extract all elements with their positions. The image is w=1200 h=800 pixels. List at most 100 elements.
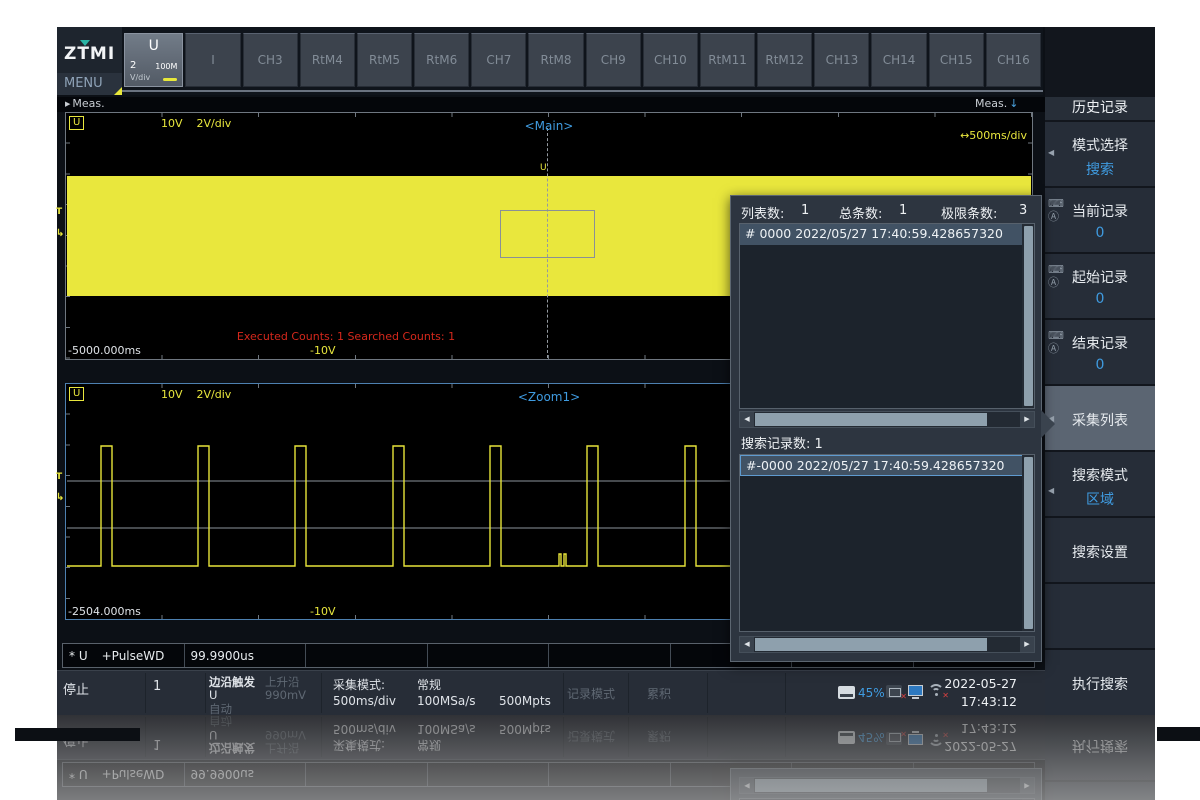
input-icons: ⌨Ⓐ xyxy=(1048,329,1064,355)
menu-button[interactable]: MENU xyxy=(57,73,122,95)
channel-tab[interactable]: CH7 xyxy=(471,33,526,87)
channel-tab[interactable]: RtM5 xyxy=(357,33,412,87)
scroll-left-button[interactable]: ◀ xyxy=(740,412,754,427)
scrollbar-thumb[interactable] xyxy=(1024,226,1033,406)
left-time-label: -2504.000ms xyxy=(68,605,141,618)
accumulate-label: 累积 xyxy=(647,728,671,745)
channel-tab[interactable]: CH16 xyxy=(986,33,1041,87)
sidebar-item-start-record[interactable]: ⌨Ⓐ 起始记录 0 xyxy=(1045,252,1155,318)
meas-strip: ▶Meas. Meas.↓ xyxy=(57,97,1045,112)
scroll-left-button[interactable]: ◀ xyxy=(740,637,754,652)
channel-tab[interactable]: RtM12 xyxy=(757,33,812,87)
storage-percent: 45% xyxy=(858,730,885,744)
vertical-scrollbar[interactable] xyxy=(1022,224,1034,408)
status-bar: 停止 1 边沿触发 U 自动 上升沿 990mV 采集模式: 常规 500ms/… xyxy=(57,715,1045,760)
tab-label: CH7 xyxy=(486,53,511,67)
separator xyxy=(563,673,564,713)
channel-tab[interactable]: CH13 xyxy=(814,33,869,87)
datetime-display: 2022-05-27 17:43:12 xyxy=(927,719,1017,755)
scrollbar-thumb[interactable] xyxy=(755,413,987,426)
channel-tab[interactable]: CH10 xyxy=(643,33,698,87)
separator xyxy=(707,673,708,713)
tab-label: CH3 xyxy=(258,53,283,67)
channel-tab[interactable]: CH3 xyxy=(243,33,298,87)
measurement-cell: 99.9900us xyxy=(185,763,307,786)
scrollbar-thumb[interactable] xyxy=(1024,457,1033,629)
channel-tab-active[interactable]: U 2 V/div 100M xyxy=(124,33,183,87)
separator xyxy=(321,717,322,757)
active-tab-bandwidth: 100M xyxy=(155,62,177,71)
active-tab-indicator xyxy=(163,78,177,81)
tab-label: RtM11 xyxy=(708,53,747,67)
acquisition-list: # 0000 2022/05/27 17:40:59.428657320 xyxy=(739,223,1035,409)
sidebar-item-value: 区域 xyxy=(1045,489,1155,509)
sidebar-item-mode-select[interactable]: ◀ 模式选择 搜索 xyxy=(1045,120,1155,186)
sidebar-item-current-record[interactable]: ⌨Ⓐ 当前记录 0 xyxy=(1045,186,1155,252)
menu-label: MENU xyxy=(64,76,103,91)
sidebar-item-search-mode[interactable]: ◀ 搜索模式 区域 xyxy=(1045,450,1155,516)
limit-count-label: 极限条数: xyxy=(941,203,997,222)
measurement-cell: * U +PulseWD xyxy=(63,763,185,786)
input-icons: ⌨Ⓐ xyxy=(1048,197,1064,223)
datetime-display: 2022-05-27 17:43:12 xyxy=(927,675,1017,711)
brand-logo: ZTMI xyxy=(64,44,115,64)
sidebar-item-search-settings[interactable]: 搜索设置 xyxy=(1045,516,1155,582)
sidebar-menu: 历史记录 ◀ 模式选择 搜索 ⌨Ⓐ 当前记录 0 ⌨Ⓐ 起始记录 0 ⌨Ⓐ 结束… xyxy=(1045,715,1155,800)
measurement-cell xyxy=(306,763,428,786)
scrollbar-thumb[interactable] xyxy=(755,638,987,651)
scroll-right-button[interactable]: ▶ xyxy=(1020,412,1034,427)
sidebar-item-label: 采集列表 xyxy=(1045,410,1155,430)
channel-tab[interactable]: RtM11 xyxy=(700,33,755,87)
active-tab-label: U xyxy=(125,38,182,54)
channel-tab[interactable]: RtM8 xyxy=(528,33,583,87)
sidebar-item-execute-search[interactable]: 执行搜索 xyxy=(1045,648,1155,715)
horizontal-scrollbar[interactable]: ◀ ▶ xyxy=(739,636,1035,653)
acq-record-length: 500Mpts xyxy=(499,722,551,736)
acquisition-list-row[interactable]: # 0000 2022/05/27 17:40:59.428657320 xyxy=(740,224,1034,245)
search-zone-rect xyxy=(500,210,595,258)
channel-tab[interactable]: CH15 xyxy=(929,33,984,87)
knob-icon: Ⓐ xyxy=(1048,276,1059,289)
reflection-flip: ZTMI MENU U 2 V/div 100M I CH3 RtM4 RtM5… xyxy=(57,715,1155,800)
storage-percent: 45% xyxy=(858,686,885,700)
record-mode-label: 记录模式 xyxy=(567,685,615,702)
meas-left-label: ▶Meas. xyxy=(65,97,105,110)
acq-record-length: 500Mpts xyxy=(499,694,551,708)
separator xyxy=(321,673,322,713)
scrollbar-thumb xyxy=(755,779,987,792)
measurement-cell xyxy=(306,644,428,667)
channel-tab[interactable]: CH9 xyxy=(586,33,641,87)
channel-tab[interactable]: RtM6 xyxy=(414,33,469,87)
acq-mode-value: 常规 xyxy=(417,676,441,693)
h-range-icon: ↔ xyxy=(960,129,969,142)
channel-tab[interactable]: RtM4 xyxy=(300,33,355,87)
active-tab-vdiv-unit: V/div xyxy=(130,73,150,82)
active-tab-vdiv-value: 2 xyxy=(130,60,136,71)
sidebar-item-value: 0 xyxy=(1045,291,1155,307)
sidebar-item-acq-list[interactable]: ◀ 采集列表 xyxy=(1045,384,1155,450)
search-record-count: 搜索记录数: 1 xyxy=(741,433,823,452)
horizontal-scrollbar[interactable]: ◀ ▶ xyxy=(739,411,1035,428)
horizontal-scrollbar: ◀ ▶ xyxy=(739,777,1035,794)
measurement-cell xyxy=(549,763,671,786)
tab-label: CH14 xyxy=(883,53,916,67)
scroll-right-button[interactable]: ▶ xyxy=(1020,637,1034,652)
trigger-marker-icon: T xyxy=(56,472,62,482)
record-mode-label: 记录模式 xyxy=(567,728,615,745)
main-window-title: <Main> xyxy=(66,119,1032,133)
sidebar-item-value: 0 xyxy=(1045,225,1155,241)
channel-tab[interactable]: I xyxy=(185,33,240,87)
vertical-scrollbar[interactable] xyxy=(1022,455,1034,631)
sidebar-item-end-record[interactable]: ⌨Ⓐ 结束记录 0 xyxy=(1045,318,1155,384)
date-label: 2022-05-27 xyxy=(927,675,1017,693)
sidebar-item-label: 搜索设置 xyxy=(1045,542,1155,562)
arrow-left-icon: ◀ xyxy=(1048,148,1054,157)
timebase-label: ↔500ms/div xyxy=(960,129,1027,142)
time-label: 17:43:12 xyxy=(927,693,1017,711)
search-result-row[interactable]: #-0000 2022/05/27 17:40:59.428657320 xyxy=(740,455,1034,476)
keyboard-icon: ⌨ xyxy=(1048,263,1064,276)
tab-label: CH9 xyxy=(601,53,626,67)
channel-tab[interactable]: CH14 xyxy=(871,33,926,87)
sidebar-title: 历史记录 xyxy=(1045,97,1155,120)
arrow-left-icon: ◀ xyxy=(1048,486,1054,495)
